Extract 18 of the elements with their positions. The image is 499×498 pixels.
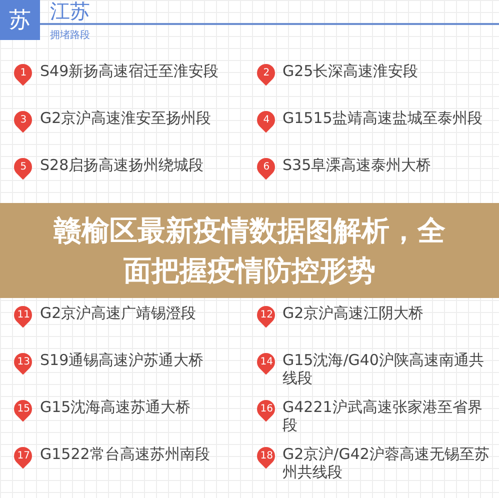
road-section: G15沈海高速苏通大桥: [40, 398, 199, 416]
road-section: G1522常台高速苏州南段: [40, 445, 218, 463]
road-section: G1515盐靖高速盐城至泰州段: [282, 109, 490, 127]
road-section: S19通锡高速沪苏通大桥: [40, 351, 212, 369]
road-section: S35阜溧高速泰州大桥: [282, 156, 440, 174]
province-badge: 苏: [0, 0, 40, 40]
banner-title: 赣榆区最新疫情数据图解析，全面把握疫情防控形势: [52, 212, 446, 288]
road-section: G4221沪武高速张家港至省界段: [282, 398, 499, 434]
road-section: G15沈海/G40沪陕高速南通共线段: [282, 351, 499, 387]
road-section: G2京沪高速广靖锡澄段: [40, 304, 204, 322]
section-subtitle: 拥堵路段: [49, 28, 91, 43]
road-section: G2京沪/G42沪蓉高速无锡至苏州共线段: [282, 445, 499, 481]
road-section: S28启扬高速扬州绕城段: [40, 156, 212, 174]
road-section: G2京沪高速江阴大桥: [282, 304, 432, 322]
province-title: 江苏: [50, 0, 90, 23]
road-section: G25长深高速淮安段: [282, 62, 426, 80]
road-section: G2京沪高速淮安至扬州段: [40, 109, 220, 127]
road-section: S49新扬高速宿迁至淮安段: [40, 62, 227, 80]
